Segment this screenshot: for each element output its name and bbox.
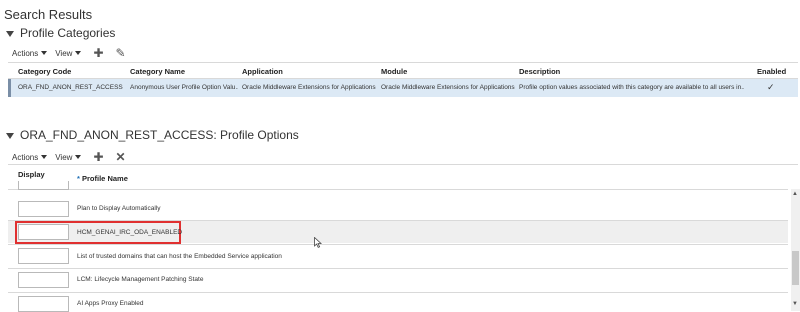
divider xyxy=(8,268,788,269)
delete-x-icon[interactable]: ✕ xyxy=(116,151,126,163)
scroll-up-icon[interactable]: ▲ xyxy=(792,191,798,197)
options-section-header[interactable]: ORA_FND_ANON_REST_ACCESS: Profile Option… xyxy=(6,128,299,142)
sequence-input[interactable] xyxy=(18,181,69,190)
mouse-cursor-icon xyxy=(314,237,322,248)
options-toolbar: Actions View ✚ ✕ xyxy=(12,151,126,163)
col-description[interactable]: Description xyxy=(519,67,560,76)
col-enabled[interactable]: Enabled xyxy=(757,67,786,76)
categories-toolbar: Actions View ✚ ✎ xyxy=(12,47,126,59)
scrollbar-thumb[interactable] xyxy=(792,251,799,285)
cell-description: Profile option values associated with th… xyxy=(519,84,744,91)
cell-category-code: ORA_FND_ANON_REST_ACCESS xyxy=(18,84,123,91)
collapse-triangle-icon[interactable] xyxy=(6,30,14,37)
cell-application: Oracle Middleware Extensions for Applica… xyxy=(242,84,376,91)
actions-menu[interactable]: Actions xyxy=(12,49,47,58)
check-icon: ✓ xyxy=(767,82,775,92)
cell-module: Oracle Middleware Extensions for Applica… xyxy=(381,84,515,91)
actions-menu[interactable]: Actions xyxy=(12,153,47,162)
view-menu[interactable]: View xyxy=(55,49,81,58)
divider xyxy=(8,164,798,165)
col-category-name[interactable]: Category Name xyxy=(130,67,185,76)
add-icon[interactable]: ✚ xyxy=(93,151,103,163)
sequence-input[interactable] xyxy=(18,224,69,240)
profile-name-cell: HCM_GENAI_IRC_ODA_ENABLED xyxy=(77,229,183,236)
page-title: Search Results xyxy=(4,7,93,22)
vertical-scrollbar[interactable] xyxy=(791,189,800,311)
col-category-code[interactable]: Category Code xyxy=(18,67,71,76)
options-section-title: ORA_FND_ANON_REST_ACCESS: Profile Option… xyxy=(20,128,299,142)
view-menu[interactable]: View xyxy=(55,153,81,162)
profile-name-cell: LCM: Lifecycle Management Patching State xyxy=(77,276,204,283)
sequence-input[interactable] xyxy=(18,201,69,217)
required-marker: * xyxy=(77,174,80,183)
cell-category-name: Anonymous User Profile Option Valu... xyxy=(130,84,238,91)
collapse-triangle-icon[interactable] xyxy=(6,132,14,139)
sequence-input[interactable] xyxy=(18,296,69,312)
sequence-input[interactable] xyxy=(18,272,69,288)
profile-name-cell: AI Apps Proxy Enabled xyxy=(77,300,144,307)
categories-section-title: Profile Categories xyxy=(20,26,116,40)
add-icon[interactable]: ✚ xyxy=(93,47,103,59)
profile-name-cell: List of trusted domains that can host th… xyxy=(77,253,282,260)
col-application[interactable]: Application xyxy=(242,67,283,76)
divider xyxy=(8,62,798,63)
col-module[interactable]: Module xyxy=(381,67,407,76)
scroll-down-icon[interactable]: ▼ xyxy=(792,301,798,307)
col-profile-name-label: Profile Name xyxy=(82,174,128,183)
sequence-input[interactable] xyxy=(18,248,69,264)
profile-name-cell: Plan to Display Automatically xyxy=(77,205,161,212)
categories-section-header[interactable]: Profile Categories xyxy=(6,26,115,40)
divider xyxy=(8,292,788,293)
col-profile-name[interactable]: * Profile Name xyxy=(77,174,128,183)
divider xyxy=(8,189,788,190)
divider xyxy=(8,244,788,245)
edit-pencil-icon[interactable]: ✎ xyxy=(116,47,126,59)
